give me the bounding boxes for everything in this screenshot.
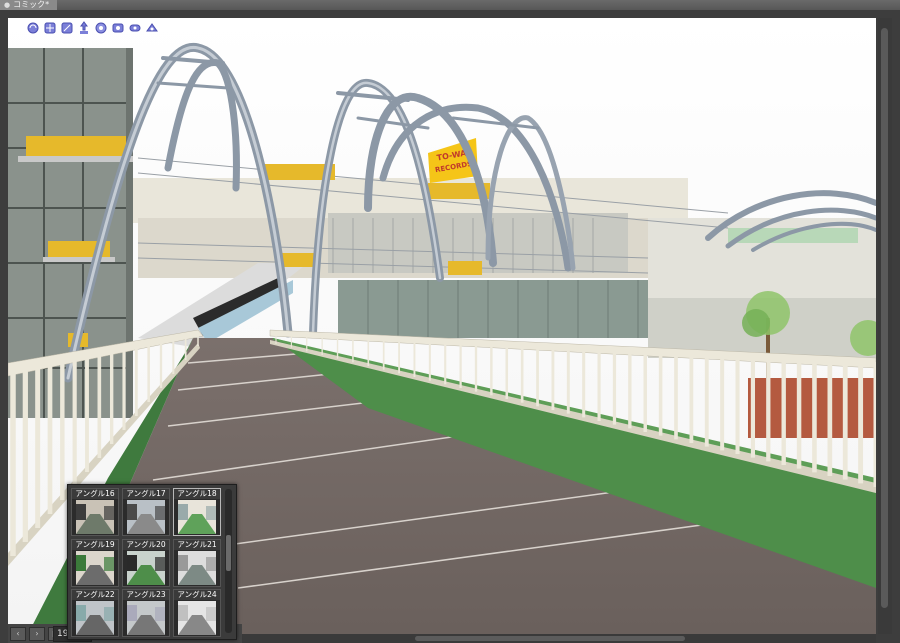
palette-scroll-thumb[interactable] bbox=[226, 535, 231, 571]
scroll-left-icon[interactable]: ‹ bbox=[10, 626, 26, 641]
close-icon[interactable]: ● bbox=[4, 0, 10, 10]
camera-pan-icon[interactable] bbox=[43, 21, 57, 35]
angle-item-label: アングル24 bbox=[174, 590, 220, 601]
angle-thumbnail bbox=[178, 601, 216, 636]
angle-item[interactable]: アングル17 bbox=[122, 488, 170, 536]
camera-angle-palette: アングル16 アングル17 アングル18 アングル19 アングル20 アングル21 アングル… bbox=[67, 484, 237, 640]
horizontal-scroll-thumb[interactable] bbox=[415, 636, 685, 641]
document-tab[interactable]: ● コミック* bbox=[0, 0, 58, 10]
camera-zoom-icon[interactable] bbox=[60, 21, 74, 35]
angle-item-label: アングル16 bbox=[72, 489, 118, 499]
scroll-right-icon[interactable]: › bbox=[29, 626, 45, 641]
angle-item[interactable]: アングル21 bbox=[173, 538, 221, 587]
perspective-icon[interactable] bbox=[145, 21, 159, 35]
object-rotate-icon[interactable] bbox=[94, 21, 108, 35]
angle-item-label: アングル21 bbox=[174, 539, 220, 550]
angle-item-label: アングル17 bbox=[123, 489, 169, 499]
horizontal-scrollbar[interactable] bbox=[240, 634, 876, 643]
vertical-scroll-thumb[interactable] bbox=[881, 28, 888, 608]
camera-rotate-icon[interactable] bbox=[26, 21, 40, 35]
angle-item[interactable]: アングル24 bbox=[173, 589, 221, 638]
angle-item[interactable]: アングル22 bbox=[71, 589, 119, 638]
angle-thumbnail bbox=[127, 550, 165, 585]
angle-item-label: アングル18 bbox=[174, 489, 220, 499]
object-launcher-toolbar bbox=[26, 21, 159, 35]
angle-item[interactable]: アングル18 bbox=[173, 488, 221, 536]
angle-thumbnail bbox=[76, 500, 114, 534]
angle-thumbnail bbox=[127, 500, 165, 534]
document-tab-title: コミック* bbox=[13, 0, 50, 9]
angle-item[interactable]: アングル16 bbox=[71, 488, 119, 536]
angle-item-label: アングル22 bbox=[72, 590, 118, 601]
fit-icon[interactable] bbox=[128, 21, 142, 35]
object-move-icon[interactable] bbox=[77, 21, 91, 35]
angle-grid: アングル16 アングル17 アングル18 アングル19 アングル20 アングル21 アングル… bbox=[71, 488, 223, 638]
angle-item[interactable]: アングル23 bbox=[122, 589, 170, 638]
angle-item[interactable]: アングル20 bbox=[122, 538, 170, 587]
palette-scrollbar[interactable] bbox=[225, 489, 232, 633]
angle-item[interactable]: アングル19 bbox=[71, 538, 119, 587]
angle-item-label: アングル23 bbox=[123, 590, 169, 601]
angle-thumbnail bbox=[127, 601, 165, 636]
angle-thumbnail bbox=[76, 601, 114, 636]
light-icon[interactable] bbox=[111, 21, 125, 35]
angle-thumbnail bbox=[76, 550, 114, 585]
angle-item-label: アングル19 bbox=[72, 539, 118, 550]
angle-item-label: アングル20 bbox=[123, 539, 169, 550]
angle-thumbnail bbox=[178, 500, 216, 534]
vertical-scrollbar[interactable] bbox=[878, 18, 892, 634]
angle-thumbnail bbox=[178, 550, 216, 585]
